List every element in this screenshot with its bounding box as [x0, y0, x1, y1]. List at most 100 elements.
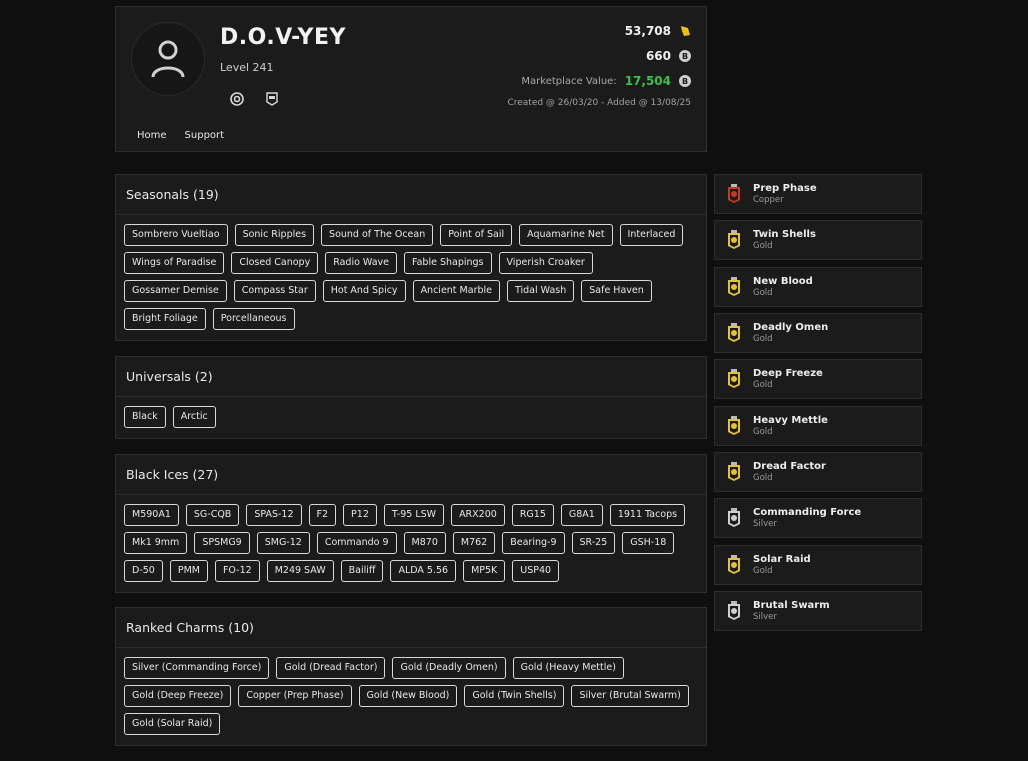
marketplace-value: 17,504 — [624, 74, 671, 88]
charm-name: Twin Shells — [753, 228, 816, 240]
marketplace-label: Marketplace Value: — [521, 75, 617, 87]
skin-tag[interactable]: Aquamarine Net — [519, 224, 613, 246]
charm-name: Deep Freeze — [753, 367, 823, 379]
skin-tag[interactable]: Sombrero Vueltiao — [124, 224, 228, 246]
charm-card[interactable]: Deep Freeze Gold — [714, 359, 922, 399]
skin-tag[interactable]: M870 — [403, 532, 446, 554]
skin-tag[interactable]: Gossamer Demise — [124, 280, 227, 302]
skin-tag[interactable]: Silver (Brutal Swarm) — [571, 685, 689, 707]
charm-card[interactable]: New Blood Gold — [714, 267, 922, 307]
charm-name: Heavy Mettle — [753, 414, 828, 426]
skin-tag[interactable]: Porcellaneous — [212, 308, 295, 330]
skin-tag[interactable]: Gold (Dread Factor) — [276, 657, 386, 679]
nav-support[interactable]: Support — [185, 130, 225, 141]
skin-tag[interactable]: Fable Shapings — [404, 252, 492, 274]
skin-tag[interactable]: Copper (Prep Phase) — [238, 685, 352, 707]
charm-card[interactable]: Deadly Omen Gold — [714, 313, 922, 353]
charm-tier: Silver — [753, 611, 777, 622]
skin-tag[interactable]: Sound of The Ocean — [321, 224, 434, 246]
skin-tag[interactable]: SPAS-12 — [246, 504, 302, 526]
epic-games-icon[interactable] — [264, 91, 279, 106]
skin-tag[interactable]: Hot And Spicy — [322, 280, 406, 302]
charm-tier: Gold — [753, 472, 773, 483]
skin-tag[interactable]: SG-CQB — [185, 504, 240, 526]
nav-home[interactable]: Home — [137, 130, 167, 141]
skin-tag[interactable]: MP5K — [463, 560, 506, 582]
credits-icon — [681, 26, 690, 36]
skin-tag[interactable]: ARX200 — [451, 504, 505, 526]
skin-tag[interactable]: Bearing-9 — [502, 532, 565, 554]
charm-tier: Gold — [753, 240, 773, 251]
skin-tag[interactable]: G8A1 — [560, 504, 603, 526]
skin-tag[interactable]: Gold (Deep Freeze) — [124, 685, 232, 707]
skin-tag[interactable]: Black — [124, 406, 166, 428]
charm-name: Dread Factor — [753, 460, 826, 472]
skin-tag[interactable]: 1911 Tacops — [609, 504, 686, 526]
charm-tier: Gold — [753, 565, 773, 576]
user-icon — [151, 40, 185, 78]
rank-charm-icon — [728, 277, 740, 296]
skin-tag[interactable]: Viperish Croaker — [498, 252, 593, 274]
skin-tag[interactable]: Wings of Paradise — [124, 252, 225, 274]
rank-charm-icon — [728, 555, 740, 574]
created-added-dates: Created @ 26/03/20 - Added @ 13/08/25 — [507, 98, 691, 108]
skin-tag[interactable]: Safe Haven — [581, 280, 652, 302]
skin-tag[interactable]: T-95 LSW — [383, 504, 445, 526]
rank-charm-icon — [728, 369, 740, 388]
skin-tag[interactable]: Gold (New Blood) — [358, 685, 458, 707]
skin-tag[interactable]: Mk1 9mm — [124, 532, 188, 554]
skin-tag[interactable]: Closed Canopy — [231, 252, 319, 274]
skin-tag[interactable]: USP40 — [512, 560, 560, 582]
charm-name: Brutal Swarm — [753, 599, 830, 611]
skin-tag[interactable]: Bright Foliage — [124, 308, 206, 330]
skin-tag[interactable]: Gold (Heavy Mettle) — [512, 657, 624, 679]
skin-tag[interactable]: M762 — [452, 532, 496, 554]
skin-tag[interactable]: Point of Sail — [440, 224, 513, 246]
skin-tag[interactable]: Interlaced — [619, 224, 684, 246]
charm-card[interactable]: Heavy Mettle Gold — [714, 406, 922, 446]
charm-name: Deadly Omen — [753, 321, 829, 333]
skin-tag[interactable]: Gold (Solar Raid) — [124, 713, 221, 735]
skin-tag[interactable]: Sonic Ripples — [234, 224, 315, 246]
skin-tag[interactable]: ALDA 5.56 — [390, 560, 457, 582]
skin-tag[interactable]: M249 SAW — [266, 560, 334, 582]
skin-tag[interactable]: SPSMG9 — [194, 532, 250, 554]
rank-charm-icon — [728, 508, 740, 527]
black-ices-section: Black Ices (27) M590A1 SG-CQB SPAS-12 F2 P12… — [115, 454, 707, 593]
charm-name: Solar Raid — [753, 553, 811, 565]
skin-tag[interactable]: GSH-18 — [622, 532, 675, 554]
skin-tag[interactable]: RG15 — [511, 504, 554, 526]
charm-name: Prep Phase — [753, 182, 817, 194]
charm-card[interactable]: Twin Shells Gold — [714, 220, 922, 260]
rank-charm-icon — [728, 323, 740, 342]
skin-tag[interactable]: Silver (Commanding Force) — [124, 657, 270, 679]
skin-tag[interactable]: Bailiff — [340, 560, 384, 582]
rank-charm-icon — [728, 462, 740, 481]
skin-tag[interactable]: FO-12 — [214, 560, 260, 582]
skin-tag[interactable]: Commando 9 — [316, 532, 397, 554]
charm-card[interactable]: Brutal Swarm Silver — [714, 591, 922, 631]
skin-tag[interactable]: Arctic — [172, 406, 216, 428]
skin-tag[interactable]: PMM — [169, 560, 208, 582]
skin-tag[interactable]: Tidal Wash — [507, 280, 575, 302]
charm-card[interactable]: Dread Factor Gold — [714, 452, 922, 492]
skin-tag[interactable]: Ancient Marble — [412, 280, 500, 302]
skin-tag[interactable]: Radio Wave — [325, 252, 398, 274]
rank-charm-icon — [728, 416, 740, 435]
skin-tag[interactable]: SMG-12 — [256, 532, 310, 554]
ubisoft-icon[interactable] — [229, 91, 244, 106]
charm-card[interactable]: Commanding Force Silver — [714, 498, 922, 538]
skin-tag[interactable]: Gold (Deadly Omen) — [392, 657, 506, 679]
skin-tag[interactable]: P12 — [343, 504, 377, 526]
skin-tag[interactable]: D-50 — [124, 560, 163, 582]
charm-tier: Gold — [753, 287, 773, 298]
profile-card: D.O.V-YEY Level 241 Home Support 53,708 … — [115, 6, 707, 152]
skin-tag[interactable]: Gold (Twin Shells) — [464, 685, 565, 707]
charm-card[interactable]: Prep Phase Copper — [714, 174, 922, 214]
skin-tag[interactable]: SR-25 — [571, 532, 616, 554]
skin-tag[interactable]: F2 — [308, 504, 337, 526]
skin-tag[interactable]: Compass Star — [233, 280, 316, 302]
rank-charm-icon — [728, 184, 740, 203]
charm-card[interactable]: Solar Raid Gold — [714, 545, 922, 585]
skin-tag[interactable]: M590A1 — [124, 504, 179, 526]
